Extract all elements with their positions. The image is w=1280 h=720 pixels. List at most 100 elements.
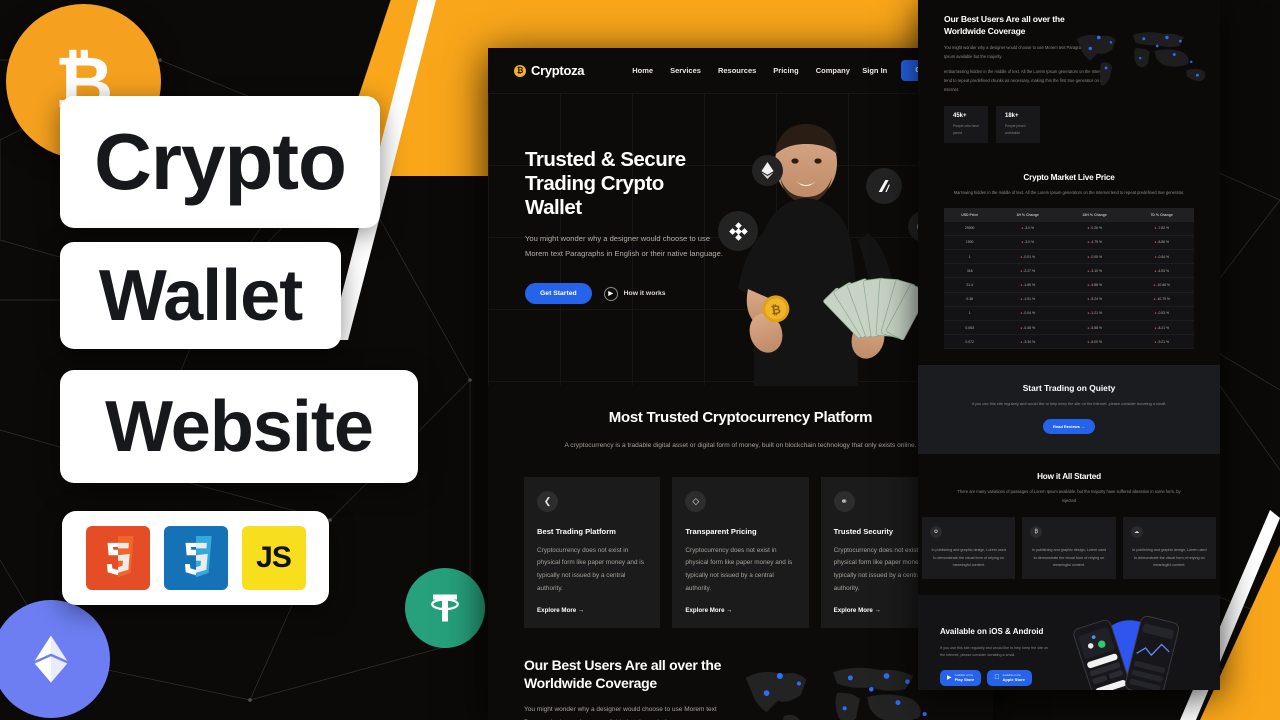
feature-card-title: Best Trading Platform [537, 526, 616, 536]
store-label: Apple Store [997, 676, 1024, 682]
cell-change: ● -5.58 % [1059, 320, 1130, 336]
bitcoin-icon: ₿ [1030, 526, 1043, 539]
nav-item-company[interactable]: Company [816, 66, 850, 75]
explore-more-link[interactable]: Explore More → [685, 607, 795, 614]
cell-change: ● -9.21 % [1129, 334, 1194, 350]
feature-card-best-trading-platform[interactable]: ❮ Best Trading Platform Cryptocurrency d… [524, 476, 661, 628]
apple-store-button[interactable]:  Available on the Apple Store [987, 669, 1032, 687]
store-button-row: ▶ Available on the Play Store  Availabl… [940, 669, 1050, 687]
cell-change: ● -0.45 % [995, 320, 1060, 336]
sign-in-link[interactable]: Sign In [862, 66, 887, 75]
how-it-works-link[interactable]: ▶ How it works [603, 286, 666, 301]
preview-coverage-section: Our Best Users Are all over the Worldwid… [918, 0, 1220, 144]
table-row[interactable]: 21.4 ● -1.69 % ● -4.88 % ● -10.68 % [944, 277, 1194, 293]
stat-value: 45k+ [953, 113, 967, 120]
stat-card: 18k+ People joined worldwide [996, 106, 1040, 144]
cell-change: ● -0.53 % [1129, 306, 1194, 322]
cell-usd-price: 1 [944, 249, 996, 265]
platform-subtitle: A cryptocurrency is a tradable digital a… [564, 441, 917, 449]
floating-avalanche-icon [866, 168, 902, 204]
app-copy: Available on iOS & Android If you use th… [940, 627, 1050, 687]
shield-icon: ⚭ [833, 490, 855, 512]
how-it-all-started-section: How it All Started There are many variat… [918, 472, 1220, 579]
cell-change: ● -0.05 % [1059, 249, 1130, 265]
stat-label: People who have joined [953, 124, 980, 135]
nav-item-resources[interactable]: Resources [718, 66, 756, 75]
website-mockup-preview: Our Best Users Are all over the Worldwid… [918, 0, 1220, 690]
cell-change: ● -8.21 % [1129, 320, 1194, 336]
cell-usd-price: 21.4 [944, 277, 996, 293]
crypto-market-table: USD Price 1H % Change 24H % Change 7D % … [944, 207, 1194, 350]
market-subtitle: Marrowing hidden in the middle of text. … [953, 190, 1185, 196]
cell-change: ● -0.04 % [995, 306, 1060, 322]
cell-change: ● -7.82 % [1129, 221, 1194, 236]
table-header-row: USD Price 1H % Change 24H % Change 7D % … [944, 207, 1194, 222]
javascript-label: JS [256, 541, 292, 574]
table-row[interactable]: 0.38 ● -1.51 % ● -5.24 % ● -10.79 % [944, 292, 1194, 307]
table-row[interactable]: 29000 ● -3.0 % ● -0.26 % ● -7.82 % [944, 221, 1194, 236]
cell-change: ● -1.69 % [995, 277, 1060, 293]
nav-item-home[interactable]: Home [632, 66, 653, 75]
title-card-line-2: Wallet [60, 242, 341, 349]
cell-change: ● -4.88 % [1059, 277, 1130, 293]
cloud-icon: ☁ [1130, 526, 1143, 539]
table-row[interactable]: 1 ● -0.04 % ● -1.21 % ● -0.53 % [944, 306, 1194, 322]
table-row[interactable]: 0.063 ● -0.45 % ● -5.58 % ● -8.21 % [944, 320, 1194, 336]
how-started-card[interactable]: ⚙ In publishing and graphic design, Lore… [922, 517, 1016, 579]
coverage-copy: Our Best Users Are all over the Worldwid… [524, 656, 724, 720]
start-trading-heading: Start Trading on Quiety [1022, 383, 1116, 394]
table-row[interactable]: 318 ● -2.27 % ● -3.10 % ● -4.53 % [944, 263, 1194, 279]
cell-change: ● -10.79 % [1129, 292, 1194, 307]
cell-change: ● -3.0 % [995, 235, 1060, 251]
start-trading-paragraph: If you use this site regularly and would… [971, 401, 1167, 407]
how-started-card[interactable]: ☁ In publishing and graphic design, Lore… [1122, 517, 1216, 579]
how-started-card-list: ⚙ In publishing and graphic design, Lore… [918, 517, 1220, 579]
cell-usd-price: 0.063 [944, 320, 996, 336]
apple-icon:  [994, 674, 999, 681]
table-row[interactable]: 1 ● -0.01 % ● -0.05 % ● -0.54 % [944, 249, 1194, 265]
brand-name: Cryptoza [531, 63, 585, 78]
how-started-card[interactable]: ₿ In publishing and graphic design, Lore… [1022, 517, 1116, 579]
column-usd-price: USD Price [944, 207, 996, 222]
primary-nav: Home Services Resources Pricing Company [632, 66, 850, 75]
brand-logo[interactable]: ₿ Cryptoza [514, 63, 585, 78]
explore-more-link[interactable]: Explore More → [537, 607, 647, 614]
read-reviews-button[interactable]: Read Reviews → [1042, 419, 1095, 435]
gear-icon: ⚙ [930, 526, 942, 539]
feature-card-body: Cryptocurrency does not exist in physica… [685, 546, 793, 593]
binance-glyph [728, 221, 748, 241]
column-1h-change: 1H % Change [995, 207, 1060, 222]
app-heading: Available on iOS & Android [940, 627, 1044, 637]
coverage-paragraph-1: You might wonder why a designer would ch… [524, 706, 717, 720]
feature-card-transparent-pricing[interactable]: ◇ Transparent Pricing Cryptocurrency doe… [672, 476, 809, 628]
cell-change: ● -3.0 % [995, 221, 1060, 236]
platform-heading: Most Trusted Cryptocurrency Platform [608, 409, 873, 426]
cell-change: ● -1.21 % [1059, 306, 1130, 322]
hero-get-started-button[interactable]: Get Started [525, 283, 592, 305]
hero-copy: Trusted & Secure Trading Crypto Wallet Y… [525, 148, 725, 305]
how-started-card-body: In publishing and graphic design, Lorem … [1132, 548, 1207, 568]
title-card-line-1: Crypto [60, 96, 380, 228]
preview-market-section: Crypto Market Live Price Marrowing hidde… [918, 159, 1220, 350]
market-heading: Crypto Market Live Price [1023, 173, 1115, 183]
html5-icon [98, 533, 137, 580]
cell-change: ● -4.53 % [1129, 263, 1194, 279]
table-row[interactable]: 0.072 ● -3.34 % ● -6.00 % ● -9.21 % [944, 334, 1194, 350]
google-play-button[interactable]: ▶ Available on the Play Store [940, 669, 982, 687]
phones-illustration [1073, 615, 1180, 690]
tech-badges-card: JS [62, 511, 329, 605]
feature-card-title: Transparent Pricing [685, 526, 757, 536]
store-label: Play Store [954, 676, 975, 682]
nav-item-pricing[interactable]: Pricing [773, 66, 798, 75]
ethereum-icon [34, 635, 68, 683]
nav-item-services[interactable]: Services [670, 66, 701, 75]
table-row[interactable]: 1900 ● -3.0 % ● -4.79 % ● -8.86 % [944, 235, 1194, 251]
hero-heading: Trusted & Secure Trading Crypto Wallet [525, 148, 686, 219]
cell-change: ● -10.68 % [1129, 277, 1194, 293]
column-7d-change: 7D % Change [1129, 207, 1194, 222]
feature-card-list: ❮ Best Trading Platform Cryptocurrency d… [524, 476, 957, 628]
cell-change: ● -4.79 % [1059, 235, 1130, 251]
table-body: 29000 ● -3.0 % ● -0.26 % ● -7.82 % 1900 ● -3.… [944, 221, 1194, 350]
cell-usd-price: 29000 [944, 221, 996, 236]
title-card-line-3: Website [60, 370, 418, 483]
